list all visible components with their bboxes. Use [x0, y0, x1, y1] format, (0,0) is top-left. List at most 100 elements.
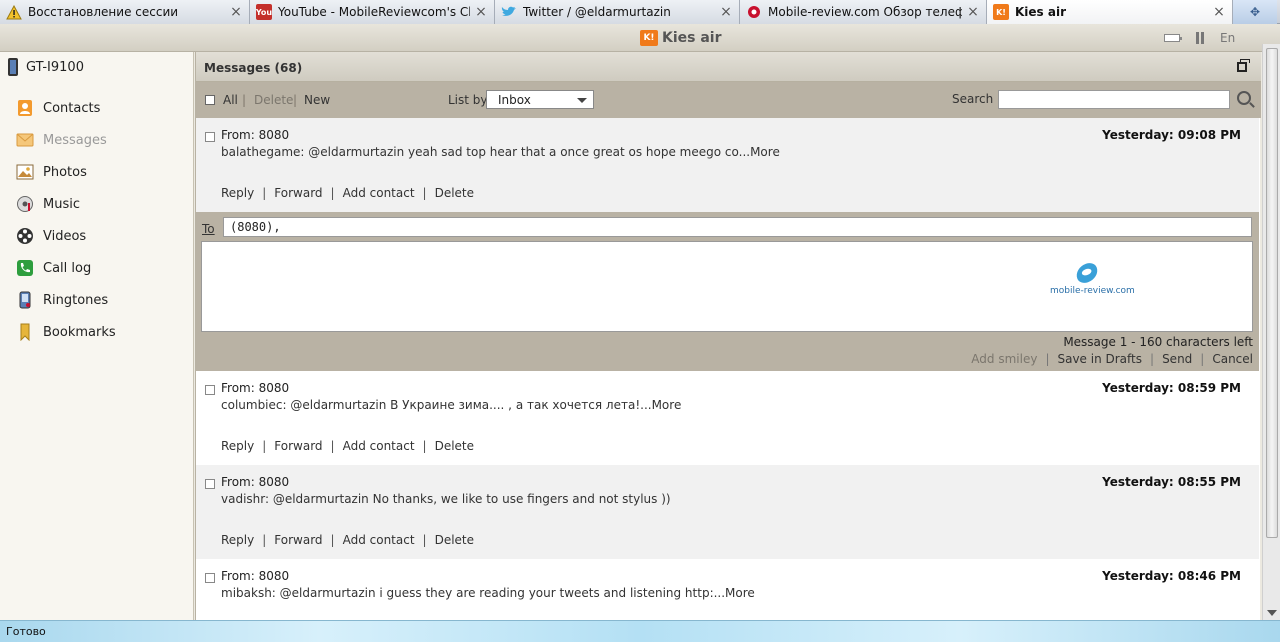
sidebar-nav: Contacts Messages Photos Music Videos Ca… [0, 92, 194, 348]
add-contact-button[interactable]: Add contact [343, 439, 415, 453]
reply-button[interactable]: Reply [221, 186, 254, 200]
list-item: From: 8080 Yesterday: 09:08 PM balathega… [196, 118, 1259, 212]
list-item: From: 8080 Yesterday: 08:59 PM columbiec… [196, 371, 1259, 465]
to-link[interactable]: To [202, 222, 215, 236]
reply-button[interactable]: Reply [221, 439, 254, 453]
delete-message-button[interactable]: Delete [435, 439, 474, 453]
sidebar-item-messages[interactable]: Messages [0, 124, 194, 156]
forward-button[interactable]: Forward [274, 533, 322, 547]
from-label: From: [221, 128, 255, 142]
ringtones-icon [16, 291, 34, 309]
sidebar-item-label: Call log [43, 260, 92, 276]
kies-icon: K! [993, 4, 1009, 20]
close-icon[interactable]: × [719, 5, 733, 19]
select-all-label[interactable]: All [223, 93, 238, 107]
kies-logo: K! Kies air [640, 30, 722, 46]
tab-list-button[interactable]: ✥ [1233, 0, 1277, 24]
message-body-input[interactable]: mobile-review.com [201, 241, 1253, 332]
phone-icon [8, 58, 18, 76]
delete-message-button[interactable]: Delete [435, 186, 474, 200]
add-contact-button[interactable]: Add contact [343, 186, 415, 200]
sidebar-item-photos[interactable]: Photos [0, 156, 194, 188]
message-time: Yesterday: 08:55 PM [1102, 475, 1241, 489]
action-separator: | [1200, 352, 1205, 366]
kies-header: K! Kies air En [0, 24, 1280, 52]
language-selector[interactable]: En [1220, 31, 1235, 45]
from-label: From: [221, 569, 255, 583]
restore-window-icon[interactable] [1237, 59, 1250, 72]
search-input[interactable] [998, 90, 1230, 109]
tab-youtube[interactable]: You YouTube - MobileReviewcom's Ch... × [250, 0, 495, 24]
new-message-button[interactable]: New [304, 93, 330, 107]
list-by-value: Inbox [498, 93, 531, 107]
recipient-field[interactable]: (8080), [223, 217, 1252, 237]
action-separator: | [330, 186, 335, 200]
scrollbar-thumb[interactable] [1266, 48, 1278, 538]
from-value: 8080 [258, 128, 290, 142]
cancel-button[interactable]: Cancel [1212, 352, 1253, 366]
message-checkbox[interactable] [205, 385, 215, 395]
message-text[interactable]: vadishr: @eldarmurtazin No thanks, we li… [221, 492, 671, 506]
close-icon[interactable]: × [474, 5, 488, 19]
close-icon[interactable]: × [229, 5, 243, 19]
bookmarks-icon [16, 323, 34, 341]
browser-status-bar: Готово [0, 620, 1280, 642]
tab-label: Twitter / @eldarmurtazin [523, 5, 671, 19]
kies-logo-badge: K! [640, 30, 658, 46]
sidebar-item-music[interactable]: Music [0, 188, 194, 220]
delete-button[interactable]: Delete [254, 93, 293, 107]
signal-icon [1196, 32, 1204, 44]
message-from: From: 8080 [221, 569, 289, 583]
action-separator: | [330, 439, 335, 453]
sidebar-item-label: Photos [43, 164, 87, 180]
list-by-select[interactable]: Inbox [486, 90, 594, 109]
message-checkbox[interactable] [205, 132, 215, 142]
sidebar-item-call-log[interactable]: Call log [0, 252, 194, 284]
tab-kies-air[interactable]: K! Kies air × [987, 0, 1233, 24]
twitter-icon [501, 4, 517, 20]
sidebar-item-videos[interactable]: Videos [0, 220, 194, 252]
mobile-review-logo-icon [1073, 260, 1101, 286]
message-time: Yesterday: 09:08 PM [1102, 128, 1241, 142]
forward-button[interactable]: Forward [274, 186, 322, 200]
message-text[interactable]: columbiec: @eldarmurtazin В Украине зима… [221, 398, 681, 412]
sidebar-item-bookmarks[interactable]: Bookmarks [0, 316, 194, 348]
forward-button[interactable]: Forward [274, 439, 322, 453]
save-drafts-button[interactable]: Save in Drafts [1057, 352, 1142, 366]
sidebar-item-ringtones[interactable]: Ringtones [0, 284, 194, 316]
reply-button[interactable]: Reply [221, 533, 254, 547]
from-value: 8080 [258, 381, 290, 395]
music-icon [16, 195, 34, 213]
scroll-down-icon[interactable] [1267, 610, 1277, 616]
message-text[interactable]: mibaksh: @eldarmurtazin i guess they are… [221, 586, 755, 600]
tab-label: YouTube - MobileReviewcom's Ch... [278, 5, 470, 19]
call-log-icon [16, 259, 34, 277]
close-icon[interactable]: × [1212, 5, 1226, 19]
send-button[interactable]: Send [1162, 352, 1192, 366]
videos-icon [16, 227, 34, 245]
warning-icon [6, 4, 22, 20]
action-separator: | [262, 186, 267, 200]
tab-twitter[interactable]: Twitter / @eldarmurtazin × [495, 0, 740, 24]
add-contact-button[interactable]: Add contact [343, 533, 415, 547]
page-scrollbar[interactable] [1262, 44, 1280, 620]
from-value: 8080 [258, 475, 290, 489]
character-counter: Message 1 - 160 characters left [1063, 335, 1253, 349]
select-all-checkbox[interactable] [205, 95, 215, 105]
toolbar-separator: | [293, 93, 298, 107]
action-separator: | [1150, 352, 1155, 366]
delete-message-button[interactable]: Delete [435, 533, 474, 547]
tab-mobile-review[interactable]: Mobile-review.com Обзор телефо... × [740, 0, 987, 24]
message-text[interactable]: balathegame: @eldarmurtazin yeah sad top… [221, 145, 780, 159]
close-icon[interactable]: × [966, 5, 980, 19]
message-checkbox[interactable] [205, 573, 215, 583]
add-smiley-button[interactable]: Add smiley [971, 352, 1037, 366]
sidebar-item-contacts[interactable]: Contacts [0, 92, 194, 124]
message-checkbox[interactable] [205, 479, 215, 489]
tab-session-restore[interactable]: Восстановление сессии × [0, 0, 250, 24]
reply-composer: To (8080), mobile-review.com Message 1 -… [196, 212, 1259, 371]
device-name: GT-I9100 [8, 58, 84, 76]
sidebar-item-label: Bookmarks [43, 324, 116, 340]
search-icon[interactable] [1237, 91, 1251, 105]
messages-header: Messages (68) [196, 52, 1261, 82]
